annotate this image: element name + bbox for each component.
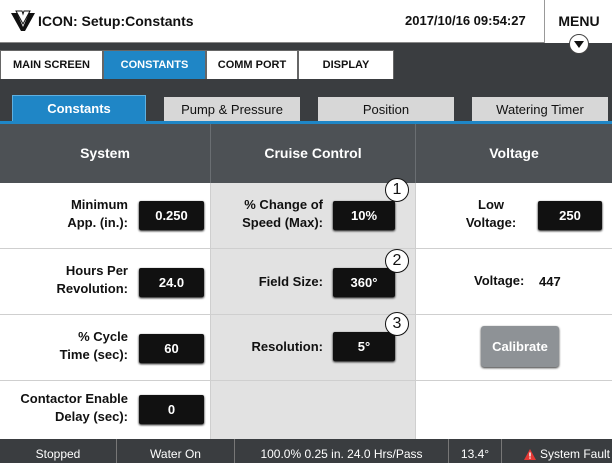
hours-per-revolution-label-line2: Revolution: <box>56 281 129 296</box>
callout-marker-2: 2 <box>385 249 409 273</box>
contactor-delay-input[interactable]: 0 <box>139 395 204 424</box>
row-cruise-empty <box>211 381 416 439</box>
datetime-display: 2017/10/16 09:54:27 <box>405 13 526 28</box>
contactor-delay-label-line2: Delay (sec): <box>55 409 128 424</box>
subtab-position[interactable]: Position <box>318 97 454 123</box>
status-application-rate: 100.0% 0.25 in. 24.0 Hrs/Pass <box>235 439 449 463</box>
status-fault[interactable]: System Fault <box>502 439 612 463</box>
valley-logo-icon <box>11 10 35 31</box>
calibrate-button[interactable]: Calibrate <box>481 326 559 367</box>
column-header-cruise-control: Cruise Control <box>211 124 416 183</box>
callout-marker-1: 1 <box>385 178 409 202</box>
column-header-voltage: Voltage <box>416 124 612 183</box>
voltage-reading-value: 447 <box>539 274 561 289</box>
sub-tab-bar: Constants Pump & Pressure Position Water… <box>0 79 612 123</box>
status-bar: Stopped Water On 100.0% 0.25 in. 24.0 Hr… <box>0 439 612 463</box>
subtab-constants[interactable]: Constants <box>12 95 146 123</box>
cycle-time-input[interactable]: 60 <box>139 334 204 363</box>
subtab-pump-pressure[interactable]: Pump & Pressure <box>164 97 300 123</box>
speed-change-label: % Change of Speed (Max): <box>219 196 323 232</box>
menu-button[interactable]: MENU <box>544 0 612 54</box>
cycle-time-label: % Cycle Time (sec): <box>10 328 128 364</box>
contactor-delay-label-line1: Contactor Enable <box>20 391 128 406</box>
hours-per-revolution-label-line1: Hours Per <box>65 263 128 278</box>
low-voltage-label-line2: Voltage: <box>465 215 517 230</box>
tab-display[interactable]: DISPLAY <box>298 50 394 79</box>
minimum-app-label: Minimum App. (in.): <box>10 196 128 232</box>
callout-marker-3: 3 <box>385 312 409 336</box>
tab-constants[interactable]: CONSTANTS <box>103 50 206 79</box>
row-low-voltage: Low Voltage: 250 <box>416 183 612 249</box>
row-hours-per-revolution: Hours Per Revolution: 24.0 <box>0 249 211 315</box>
hours-per-revolution-input[interactable]: 24.0 <box>139 268 204 297</box>
warning-triangle-icon <box>524 449 536 461</box>
low-voltage-label-line1: Low <box>478 197 504 212</box>
row-contactor-delay: Contactor Enable Delay (sec): 0 <box>0 381 211 439</box>
contactor-delay-label: Contactor Enable Delay (sec): <box>0 390 128 426</box>
status-fault-label: System Fault <box>540 447 611 461</box>
row-voltage-reading: Voltage: 447 <box>416 249 612 315</box>
row-cycle-time: % Cycle Time (sec): 60 <box>0 315 211 381</box>
subtab-watering-timer[interactable]: Watering Timer <box>472 97 608 123</box>
cycle-time-label-line2: Time (sec): <box>59 347 128 362</box>
voltage-reading-label: Voltage: <box>474 273 525 288</box>
chevron-down-icon[interactable] <box>569 34 589 54</box>
minimum-app-input[interactable]: 0.250 <box>139 201 204 230</box>
status-position-angle: 13.4° <box>449 439 502 463</box>
speed-change-input[interactable]: 10% <box>333 201 395 230</box>
tab-main-screen[interactable]: MAIN SCREEN <box>0 50 103 79</box>
status-pivot-state: Stopped <box>0 439 117 463</box>
column-header-system: System <box>0 124 211 183</box>
status-water: Water On <box>117 439 235 463</box>
speed-change-label-line2: Speed (Max): <box>242 215 323 230</box>
field-size-label: Field Size: <box>258 274 323 289</box>
top-navigation: MAIN SCREEN CONSTANTS COMM PORT DISPLAY <box>0 43 612 79</box>
cycle-time-label-line1: % Cycle <box>78 329 128 344</box>
row-voltage-empty <box>416 381 612 439</box>
field-size-input[interactable]: 360° <box>333 268 395 297</box>
row-minimum-app: Minimum App. (in.): 0.250 <box>0 183 211 249</box>
speed-change-label-line1: % Change of <box>244 197 323 212</box>
menu-label: MENU <box>558 13 600 29</box>
tab-comm-port[interactable]: COMM PORT <box>206 50 298 79</box>
header-bar: ICON: Setup:Constants 2017/10/16 09:54:2… <box>0 0 612 54</box>
hours-per-revolution-label: Hours Per Revolution: <box>10 262 129 298</box>
page-title: ICON: Setup:Constants <box>38 13 194 29</box>
minimum-app-label-line2: App. (in.): <box>67 215 128 230</box>
minimum-app-label-line1: Minimum <box>70 197 128 212</box>
low-voltage-label: Low Voltage: <box>456 196 526 232</box>
resolution-input[interactable]: 5° <box>333 332 395 361</box>
resolution-label: Resolution: <box>251 339 324 354</box>
low-voltage-input[interactable]: 250 <box>538 201 602 230</box>
